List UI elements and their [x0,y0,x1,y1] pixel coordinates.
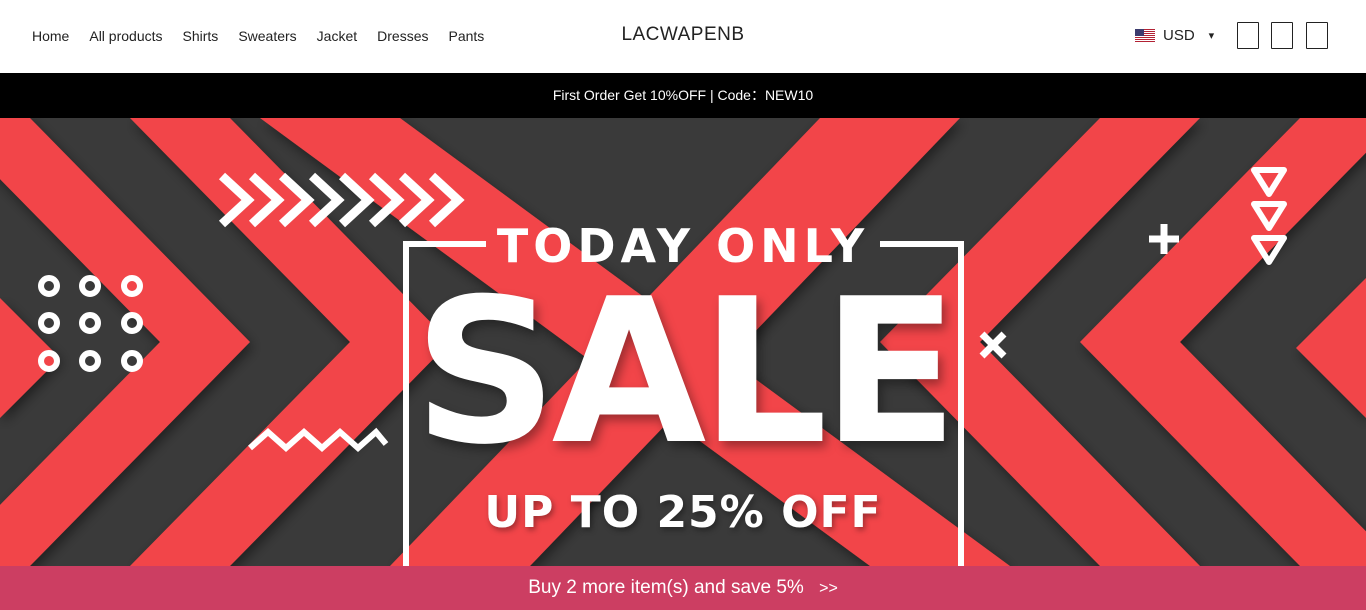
announcement-text: First Order Get 10%OFF | Code：NEW10 [552,87,814,103]
nav-item-dresses[interactable]: Dresses [377,27,428,45]
hero-banner[interactable]: TODAY ONLY SALE UP TO 25% OFF [0,118,1366,566]
banner-discount-text: UP TO 25% OFF [484,487,882,538]
currency-label: USD [1163,27,1195,44]
bundle-promo-bar[interactable]: Buy 2 more item(s) and save 5% >> [0,566,1366,610]
nav-item-jacket[interactable]: Jacket [317,27,357,45]
nav-item-pants[interactable]: Pants [449,27,485,45]
main-nav: Home All products Shirts Sweaters Jacket… [32,27,484,45]
promo-arrow: >> [819,580,838,597]
announcement-bar: First Order Get 10%OFF | Code：NEW10 [0,73,1366,118]
nav-item-sweaters[interactable]: Sweaters [238,27,296,45]
site-logo[interactable]: LACWAPENB [621,24,744,45]
nav-item-all-products[interactable]: All products [89,27,162,45]
chevron-down-icon: ▾ [1208,30,1215,42]
nav-item-home[interactable]: Home [32,27,69,45]
cart-icon[interactable] [1306,22,1328,49]
nav-item-shirts[interactable]: Shirts [183,27,219,45]
account-icon[interactable] [1271,22,1293,49]
banner-sale-text: SALE [413,256,959,489]
site-header: Home All products Shirts Sweaters Jacket… [0,0,1366,73]
search-icon[interactable] [1237,22,1259,49]
us-flag-icon [1135,29,1155,42]
currency-selector[interactable]: USD ▾ [1135,27,1214,44]
promo-text: Buy 2 more item(s) and save 5% [528,577,804,598]
